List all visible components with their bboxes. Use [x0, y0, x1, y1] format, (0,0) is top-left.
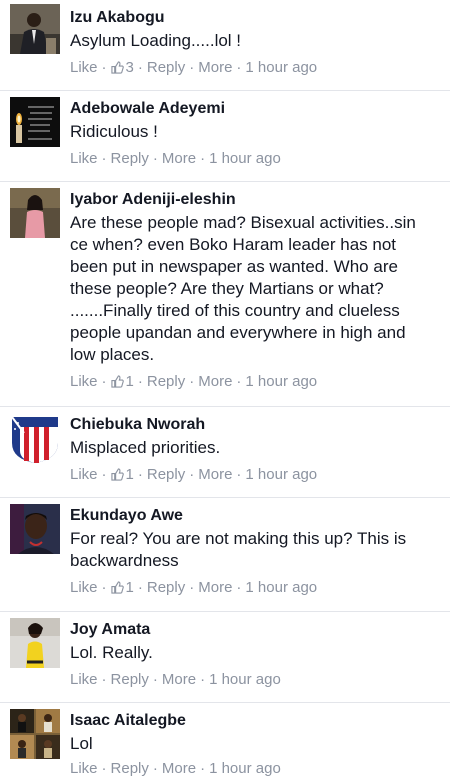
- separator: ·: [152, 671, 158, 688]
- comment-item: Izu Akabogu Asylum Loading.....lol ! Lik…: [0, 0, 450, 91]
- comment-item: Chiebuka Nworah Misplaced priorities. Li…: [0, 407, 450, 498]
- like-count[interactable]: 1: [110, 579, 134, 596]
- thumbs-up-icon: [110, 581, 124, 594]
- avatar[interactable]: [10, 97, 60, 147]
- timestamp[interactable]: 1 hour ago: [245, 579, 317, 596]
- separator: ·: [236, 373, 242, 390]
- separator: ·: [101, 466, 107, 483]
- separator: ·: [101, 59, 107, 76]
- avatar[interactable]: [10, 504, 60, 554]
- comment-actions: Like · 3 · Reply · More · 1 hour ago: [70, 58, 440, 78]
- avatar[interactable]: [10, 4, 60, 54]
- commenter-name[interactable]: Izu Akabogu: [70, 8, 440, 28]
- separator: ·: [101, 579, 107, 596]
- commenter-name[interactable]: Isaac Aitalegbe: [70, 711, 440, 731]
- more-link[interactable]: More: [198, 373, 232, 390]
- comment-item: Isaac Aitalegbe Lol Like · Reply · More · 1 ho…: [0, 703, 450, 783]
- more-link[interactable]: More: [162, 671, 196, 688]
- like-count[interactable]: 1: [110, 466, 134, 483]
- separator: ·: [189, 373, 195, 390]
- comment-item: Ekundayo Awe For real? You are not makin…: [0, 498, 450, 612]
- separator: ·: [200, 671, 206, 688]
- commenter-name[interactable]: Iyabor Adeniji-eleshin: [70, 190, 440, 210]
- comment-actions: Like · 1 · Reply · More · 1 hour ago: [70, 578, 440, 598]
- separator: ·: [189, 59, 195, 76]
- comment-text: Lol. Really.: [70, 643, 153, 662]
- like-count[interactable]: 1: [110, 373, 134, 390]
- separator: ·: [236, 579, 242, 596]
- comment-text: Are these people mad? Bisexual activitie…: [70, 213, 416, 364]
- comment-item: Joy Amata Lol. Really. Like · Reply · More · 1…: [0, 612, 450, 703]
- reply-link[interactable]: Reply: [111, 671, 149, 688]
- candle-avatar-icon: [10, 97, 60, 147]
- comment-text: Misplaced priorities.: [70, 438, 221, 457]
- separator: ·: [236, 466, 242, 483]
- avatar[interactable]: [10, 188, 60, 238]
- thumbs-up-icon: [110, 61, 124, 74]
- commenter-name[interactable]: Ekundayo Awe: [70, 506, 440, 526]
- commenter-name[interactable]: Joy Amata: [70, 620, 440, 640]
- avatar[interactable]: [10, 618, 60, 668]
- avatar[interactable]: [10, 413, 60, 463]
- separator: ·: [189, 466, 195, 483]
- like-link[interactable]: Like: [70, 59, 98, 76]
- commenter-name[interactable]: Adebowale Adeyemi: [70, 99, 440, 119]
- comment-actions: Like · Reply · More · 1 hour ago: [70, 670, 440, 690]
- comment-actions: Like · Reply · More · 1 hour ago: [70, 149, 440, 169]
- reply-link[interactable]: Reply: [147, 373, 185, 390]
- club-crest-avatar-icon: [10, 413, 60, 463]
- thumbs-up-icon: [110, 468, 124, 481]
- comment-text: Lol: [70, 734, 93, 753]
- collage-avatar-icon: [10, 709, 60, 759]
- comment-text: Ridiculous !: [70, 122, 158, 141]
- person-suit-avatar-icon: [10, 4, 60, 54]
- reply-link[interactable]: Reply: [147, 59, 185, 76]
- separator: ·: [200, 150, 206, 167]
- reply-link[interactable]: Reply: [147, 466, 185, 483]
- thumbs-up-icon: [110, 375, 124, 388]
- avatar[interactable]: [10, 709, 60, 759]
- woman-pink-avatar-icon: [10, 188, 60, 238]
- timestamp[interactable]: 1 hour ago: [245, 59, 317, 76]
- separator: ·: [137, 59, 143, 76]
- more-link[interactable]: More: [198, 59, 232, 76]
- more-link[interactable]: More: [198, 579, 232, 596]
- reply-link[interactable]: Reply: [111, 150, 149, 167]
- separator: ·: [236, 59, 242, 76]
- separator: ·: [101, 373, 107, 390]
- timestamp[interactable]: 1 hour ago: [245, 373, 317, 390]
- like-link[interactable]: Like: [70, 466, 98, 483]
- like-link[interactable]: Like: [70, 579, 98, 596]
- comment-actions: Like · 1 · Reply · More · 1 hour ago: [70, 465, 440, 485]
- comment-text: For real? You are not making this up? Th…: [70, 529, 407, 570]
- commenter-name[interactable]: Chiebuka Nworah: [70, 415, 440, 435]
- man-portrait-avatar-icon: [10, 504, 60, 554]
- comment-actions: Like · 1 · Reply · More · 1 hour ago: [70, 372, 440, 392]
- comment-text: Asylum Loading.....lol !: [70, 31, 242, 50]
- comment-item: Adebowale Adeyemi Ridiculous ! Like · Repl…: [0, 91, 450, 182]
- like-link[interactable]: Like: [70, 373, 98, 390]
- woman-yellow-avatar-icon: [10, 618, 60, 668]
- like-link[interactable]: Like: [70, 150, 98, 167]
- comment-item: Iyabor Adeniji-eleshin Are these people …: [0, 182, 450, 407]
- more-link[interactable]: More: [162, 150, 196, 167]
- separator: ·: [137, 373, 143, 390]
- timestamp[interactable]: 1 hour ago: [209, 671, 281, 688]
- separator: ·: [137, 579, 143, 596]
- reply-link[interactable]: Reply: [147, 579, 185, 596]
- separator: ·: [137, 466, 143, 483]
- more-link[interactable]: More: [198, 466, 232, 483]
- timestamp[interactable]: 1 hour ago: [209, 150, 281, 167]
- separator: ·: [152, 150, 158, 167]
- separator: ·: [101, 671, 107, 688]
- like-link[interactable]: Like: [70, 671, 98, 688]
- like-count[interactable]: 3: [110, 59, 134, 76]
- separator: ·: [189, 579, 195, 596]
- separator: ·: [101, 150, 107, 167]
- comment-actions: Like · Reply · More · 1 hour ago: [70, 759, 440, 779]
- comment-feed: Izu Akabogu Asylum Loading.....lol ! Lik…: [0, 0, 450, 783]
- timestamp[interactable]: 1 hour ago: [245, 466, 317, 483]
